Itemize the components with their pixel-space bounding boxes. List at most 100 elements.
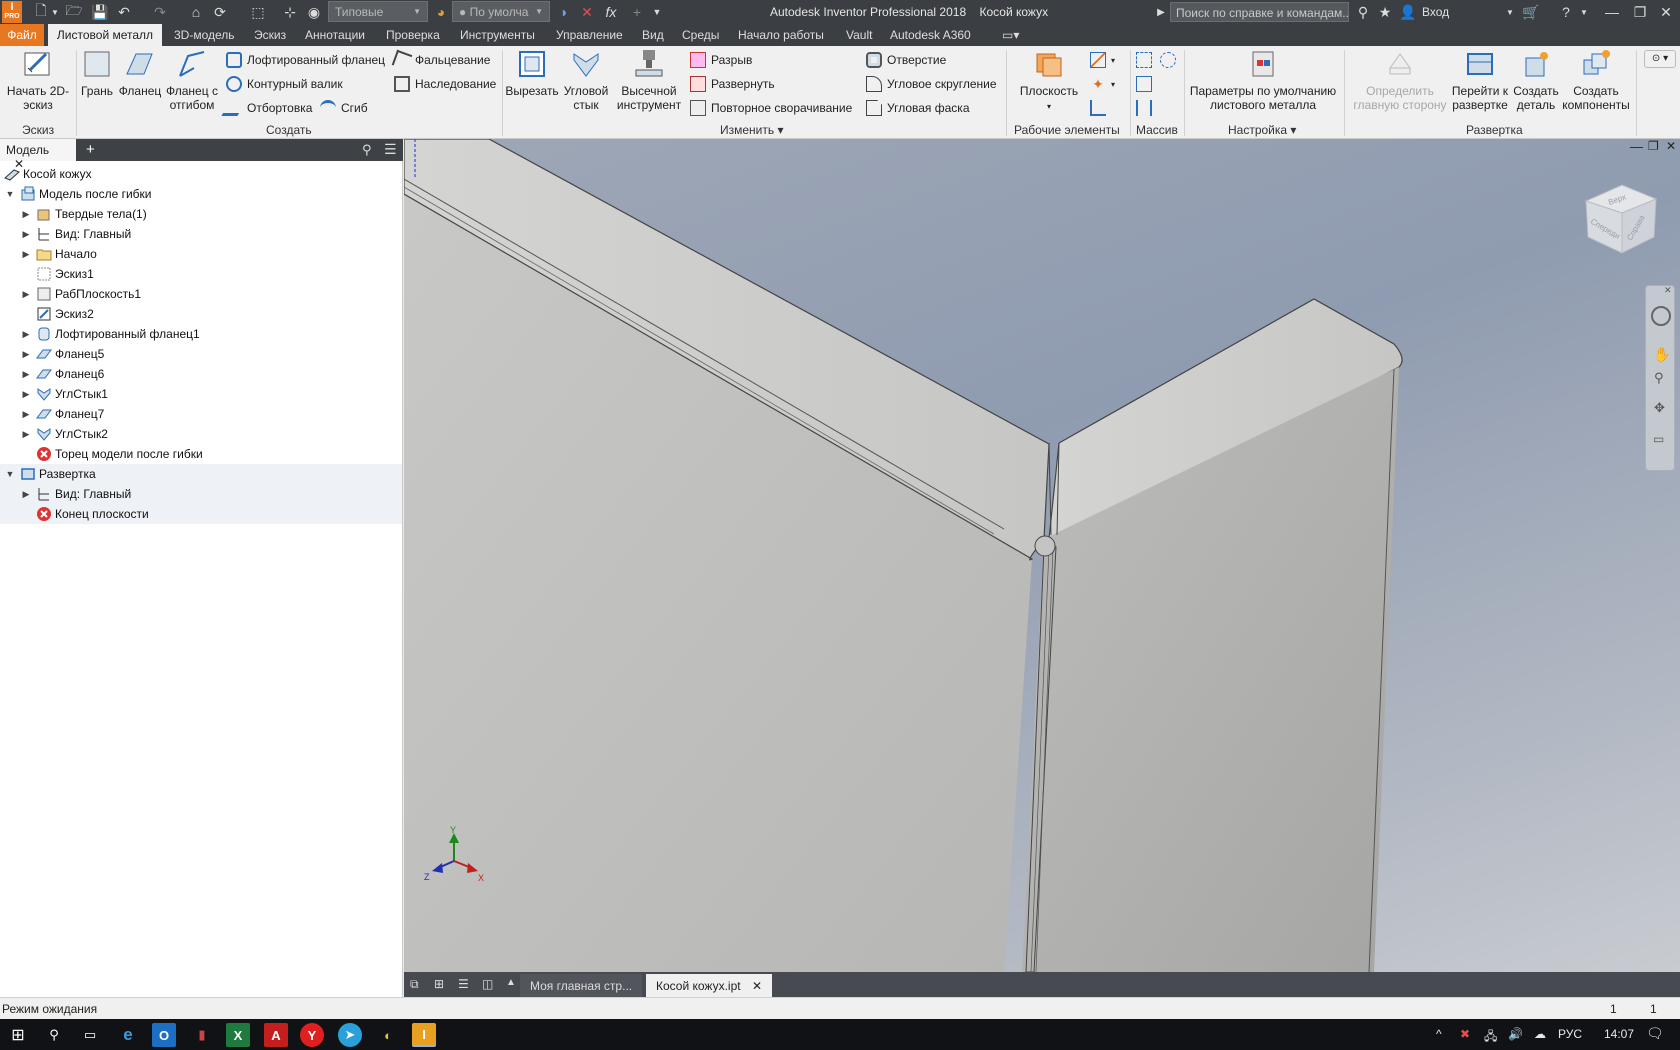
tree-folded-model[interactable]: ▼ Модель после гибки: [4, 184, 152, 204]
new-file-icon[interactable]: 🗋: [32, 2, 50, 22]
tree-item-end-of-folded[interactable]: Торец модели после гибки: [20, 444, 203, 464]
cascade-icon[interactable]: ⧉: [410, 977, 419, 992]
ucs-button[interactable]: [1090, 98, 1111, 118]
zoom-icon[interactable]: ⚲: [1654, 370, 1664, 386]
viewcube[interactable]: Верх Спереди Справа: [1580, 181, 1660, 257]
tree-flat-pattern[interactable]: ▼ Развертка: [4, 464, 96, 484]
mirror-button[interactable]: [1136, 98, 1157, 118]
make-components-button[interactable]: Создать компоненты: [1560, 48, 1632, 112]
collapse-icon[interactable]: ▼: [4, 468, 16, 480]
tree-item-sketch1[interactable]: Эскиз1: [20, 264, 94, 284]
open-folder-icon[interactable]: 🗁: [64, 2, 84, 22]
tree-item-workplane1[interactable]: ▶ РабПлоскость1: [20, 284, 142, 304]
update-icon[interactable]: ⟳: [210, 2, 230, 22]
refold-button[interactable]: Повторное сворачивание: [690, 98, 852, 118]
viewport-close-icon[interactable]: ✕: [1666, 139, 1676, 153]
graphics-window[interactable]: — ❐ ✕ Верх Спереди Справа ✕ ✋ ⚲ ✥ ▭ Y X …: [404, 139, 1680, 972]
tab-sheet-metal[interactable]: Листовой металл: [48, 24, 162, 46]
cart-icon[interactable]: 🛒: [1522, 2, 1540, 22]
appearance-icon[interactable]: ◉: [304, 2, 324, 22]
expand-icon[interactable]: ▶: [20, 408, 32, 420]
app-tray-icon[interactable]: ◐: [376, 1023, 400, 1047]
orbit-icon[interactable]: ✥: [1654, 400, 1665, 416]
look-at-icon[interactable]: ▭: [1653, 432, 1664, 446]
expand-icon[interactable]: ▶: [20, 428, 32, 440]
tray-expand-icon[interactable]: ^: [1436, 1027, 1442, 1041]
inheritance-button[interactable]: Наследование: [394, 74, 496, 94]
browser-search-icon[interactable]: ⚲: [362, 142, 372, 158]
expand-icon[interactable]: ▶: [20, 248, 32, 260]
tab-3d-model[interactable]: 3D-модель: [174, 24, 235, 46]
tile-icon[interactable]: ⊞: [434, 977, 444, 991]
task-view-icon[interactable]: ▭: [78, 1023, 102, 1047]
tab-sketch[interactable]: Эскиз: [254, 24, 286, 46]
yandex-icon[interactable]: Y: [300, 1023, 324, 1047]
tree-item-flange5[interactable]: ▶ Фланец5: [20, 344, 105, 364]
sign-in-button[interactable]: Вход: [1422, 5, 1449, 19]
dropdown-arrow-icon[interactable]: ▼: [50, 2, 60, 22]
plus-icon[interactable]: +: [628, 2, 646, 22]
navbar-close-icon[interactable]: ✕: [1664, 285, 1672, 296]
fx-icon[interactable]: fx: [602, 2, 620, 22]
model-render[interactable]: [404, 139, 1680, 972]
flange-button[interactable]: Фланец: [116, 48, 164, 98]
close-document-icon[interactable]: ✕: [752, 979, 762, 993]
adjust-icon[interactable]: ◑: [554, 2, 572, 22]
tray-cloud-icon[interactable]: ☁: [1534, 1027, 1546, 1041]
hole-button[interactable]: Отверстие: [866, 50, 946, 70]
tab-active-document[interactable]: Косой кожух.ipt ✕: [646, 974, 773, 997]
viewport-restore-icon[interactable]: ❐: [1648, 139, 1659, 153]
rectangular-pattern-button[interactable]: [1136, 50, 1157, 70]
corner-round-button[interactable]: Угловое скругление: [866, 74, 997, 94]
ribbon-options-icon[interactable]: ⊙ ▾: [1644, 50, 1676, 68]
panel-label-modify[interactable]: Изменить ▾: [720, 123, 784, 137]
viewport-minimize-icon[interactable]: —: [1630, 139, 1643, 154]
tile-vertical-icon[interactable]: ◫: [482, 977, 493, 991]
tree-item-corner-seam1[interactable]: ▶ УглСтык1: [20, 384, 108, 404]
color-wheel-icon[interactable]: ◕: [432, 2, 450, 22]
tree-item-sketch2[interactable]: Эскиз2: [20, 304, 94, 324]
expand-icon[interactable]: ▶: [20, 488, 32, 500]
expand-icon[interactable]: ▶: [20, 328, 32, 340]
tab-inspect[interactable]: Проверка: [386, 24, 440, 46]
measure-icon[interactable]: ⊹: [280, 2, 300, 22]
panel-toggle-icon[interactable]: ▭▾: [1002, 24, 1019, 46]
expand-icon[interactable]: ▶: [20, 208, 32, 220]
minimize-icon[interactable]: —: [1600, 2, 1624, 22]
select-icon[interactable]: ⬚: [248, 2, 268, 22]
lofted-flange-button[interactable]: Лофтированный фланец: [226, 50, 385, 70]
edge-icon[interactable]: e: [116, 1023, 140, 1047]
inventor-taskbar-icon[interactable]: I: [412, 1023, 436, 1047]
corner-seam-button[interactable]: Угловой стык: [560, 48, 612, 112]
axis-button[interactable]: ▾: [1090, 50, 1115, 70]
tab-view[interactable]: Вид: [642, 24, 664, 46]
document-list-icon[interactable]: ▲: [506, 977, 516, 988]
help-icon[interactable]: ?: [1556, 2, 1576, 22]
save-icon[interactable]: 💾: [90, 2, 110, 22]
tile-horizontal-icon[interactable]: ☰: [458, 977, 469, 991]
clock[interactable]: 14:07: [1604, 1027, 1634, 1041]
folding-button[interactable]: Фальцевание: [391, 49, 490, 71]
tab-model[interactable]: Модель ✕: [0, 139, 76, 171]
close-icon[interactable]: ✕: [1654, 2, 1678, 22]
bend-button[interactable]: Сгиб: [320, 98, 368, 118]
corner-chamfer-button[interactable]: Угловая фаска: [866, 98, 970, 118]
collapse-icon[interactable]: ▼: [4, 188, 16, 200]
tab-manage[interactable]: Управление: [556, 24, 623, 46]
expand-icon[interactable]: ▶: [20, 348, 32, 360]
expand-icon[interactable]: ▶: [20, 368, 32, 380]
punch-tool-button[interactable]: Высечной инструмент: [614, 48, 684, 112]
telegram-icon[interactable]: ➤: [338, 1023, 362, 1047]
tree-item-solid-bodies[interactable]: ▶ Твердые тела(1): [20, 204, 147, 224]
redo-icon[interactable]: ↷: [150, 2, 170, 22]
network-icon[interactable]: 🖧: [1484, 1027, 1497, 1048]
cut-button[interactable]: Вырезать: [504, 48, 560, 98]
search-expand-icon[interactable]: ▶: [1154, 2, 1168, 22]
tab-my-home[interactable]: Моя главная стр...: [520, 974, 643, 997]
face-button[interactable]: Грань: [78, 48, 116, 98]
mirror-pattern-button[interactable]: [1136, 74, 1157, 94]
hem-button[interactable]: Отбортовка: [221, 98, 312, 118]
tab-file[interactable]: Файл: [0, 24, 44, 46]
tab-a360[interactable]: Autodesk A360: [890, 24, 971, 46]
expand-icon[interactable]: ▶: [20, 288, 32, 300]
